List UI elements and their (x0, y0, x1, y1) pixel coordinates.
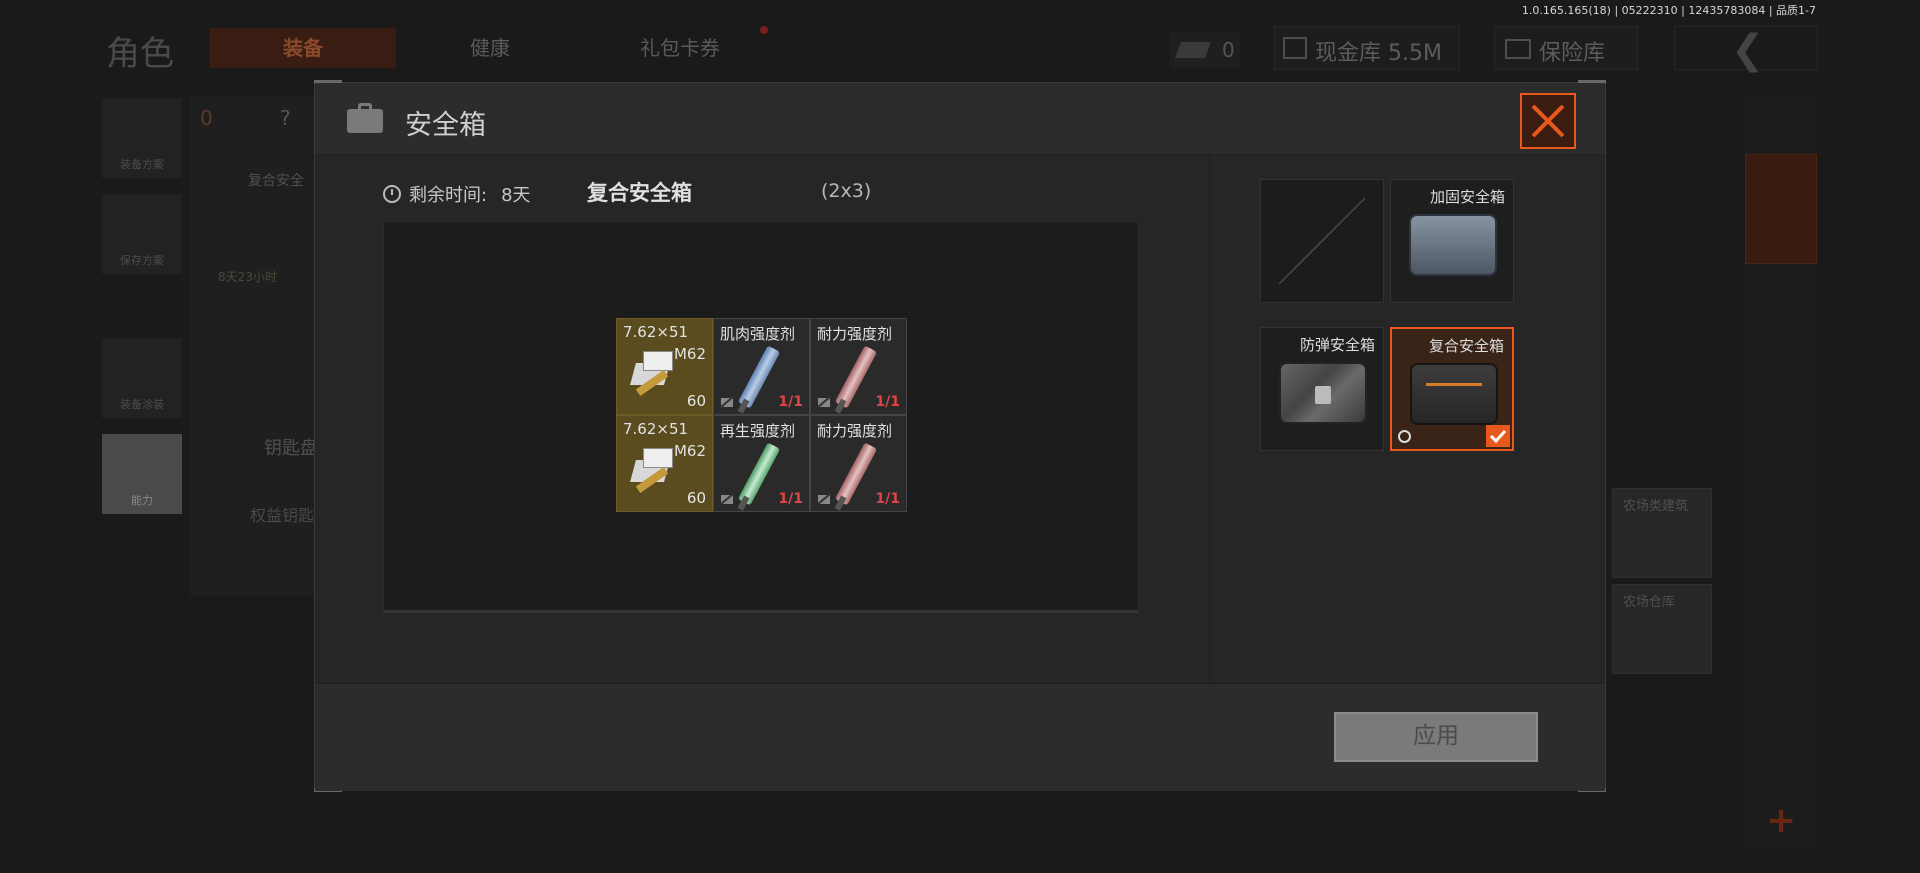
item-uses: 1/1 (875, 491, 900, 507)
case-selector: 加固安全箱 防弹安全箱 复合安全箱 (1209, 155, 1605, 683)
no-insurance-icon (817, 493, 831, 505)
insurance-icon (1505, 39, 1531, 59)
insurance-button[interactable]: 保险库 (1494, 26, 1638, 70)
panel-case-label: 复合安全 (248, 173, 304, 189)
bg-card-label: 农场类建筑 (1623, 499, 1689, 514)
tab-equipment[interactable]: 装备 (210, 28, 396, 68)
item-variant: M62 (673, 345, 706, 363)
syringe-icon (834, 442, 878, 506)
safe-box-dialog: 安全箱 剩余时间: 8天 复合安全箱 (2x3) 7.62×51 M62 60 (314, 80, 1606, 792)
no-insurance-icon (817, 396, 831, 408)
equip-paint-label: 装备涂装 (120, 398, 164, 411)
right-toolbar-active-item[interactable] (1745, 154, 1817, 264)
item-name: 耐力强度剂 (817, 325, 893, 343)
syringe-icon (737, 442, 781, 506)
briefcase-icon (347, 103, 383, 133)
item-ammo-1[interactable]: 7.62×51 M62 60 (616, 318, 713, 415)
case-option-empty[interactable] (1260, 179, 1384, 303)
item-uses: 1/1 (875, 394, 900, 410)
ticket-counter: 0 (1170, 32, 1240, 68)
remaining-time: 剩余时间: 8天 (383, 181, 531, 207)
vault-icon (1283, 37, 1307, 59)
page-title: 角色 (106, 34, 174, 74)
bg-card-farm-building[interactable]: 农场类建筑 (1612, 488, 1712, 578)
item-count: 60 (686, 489, 706, 507)
ability-label: 能力 (131, 494, 153, 507)
case-contents-area: 剩余时间: 8天 复合安全箱 (2x3) 7.62×51 M62 60 肌肉强度剂… (315, 155, 1209, 683)
item-count: 60 (686, 392, 706, 410)
clock-icon (1398, 430, 1411, 443)
ticket-count: 0 (1222, 38, 1235, 62)
current-case-name: 复合安全箱 (587, 181, 692, 205)
item-name: 耐力强度剂 (817, 422, 893, 440)
add-icon[interactable]: + (1766, 800, 1796, 841)
close-icon (1531, 104, 1565, 138)
empty-slot-icon (1278, 197, 1366, 285)
case-storage: 7.62×51 M62 60 肌肉强度剂 1/1 耐力强度剂 1/1 7.62×… (383, 221, 1139, 613)
dialog-header: 安全箱 (315, 83, 1605, 155)
bg-card-farm-warehouse[interactable]: 农场仓库 (1612, 584, 1712, 674)
case-option-label: 复合安全箱 (1428, 337, 1504, 355)
item-variant: M62 (673, 442, 706, 460)
case-option-bulletproof[interactable]: 防弹安全箱 (1260, 327, 1384, 451)
item-name: 7.62×51 (623, 323, 689, 341)
syringe-icon (834, 345, 878, 409)
clock-icon (383, 185, 401, 203)
item-stamina-booster-2[interactable]: 耐力强度剂 1/1 (810, 415, 907, 512)
item-uses: 1/1 (778, 394, 803, 410)
equipment-panel: 0 ? 复合安全 8天23小时 钥匙盘 权益钥匙 (190, 96, 320, 596)
item-muscle-booster[interactable]: 肌肉强度剂 1/1 (713, 318, 810, 415)
save-plan-button[interactable]: 保存方案 (102, 194, 182, 274)
ability-button[interactable]: 能力 (102, 434, 182, 514)
ammo-box-icon (630, 351, 677, 397)
help-icon[interactable]: ? (280, 106, 291, 130)
item-ammo-2[interactable]: 7.62×51 M62 60 (616, 415, 713, 512)
item-grid: 7.62×51 M62 60 肌肉强度剂 1/1 耐力强度剂 1/1 7.62×… (616, 318, 908, 514)
version-info: 1.0.165.165(18) | 05222310 | 12435783084… (1521, 4, 1816, 17)
case-option-label: 加固安全箱 (1429, 188, 1505, 206)
key-item: 权益钥匙 (250, 506, 315, 525)
time-value: 8天 (501, 185, 531, 206)
key-label: 钥匙盘 (264, 438, 318, 459)
panel-case-timer: 8天23小时 (218, 270, 277, 284)
item-name: 7.62×51 (623, 420, 689, 438)
ticket-icon (1175, 42, 1211, 58)
no-insurance-icon (720, 396, 734, 408)
time-label: 剩余时间: (409, 185, 488, 206)
syringe-icon (737, 345, 781, 409)
notification-dot (760, 26, 768, 34)
item-name: 肌肉强度剂 (720, 325, 796, 343)
bg-card-label: 农场仓库 (1623, 595, 1676, 610)
composite-case-icon (1410, 363, 1498, 425)
case-option-composite[interactable]: 复合安全箱 (1390, 327, 1514, 451)
item-stamina-booster-1[interactable]: 耐力强度剂 1/1 (810, 318, 907, 415)
case-option-label: 防弹安全箱 (1299, 336, 1375, 354)
apply-button[interactable]: 应用 (1334, 712, 1538, 762)
item-uses: 1/1 (778, 491, 803, 507)
cash-vault-button[interactable]: 现金库 5.5M (1274, 26, 1460, 70)
no-insurance-icon (720, 493, 734, 505)
reinforced-case-icon (1409, 214, 1497, 276)
tab-health[interactable]: 健康 (430, 28, 550, 68)
equip-plan-label: 装备方案 (120, 158, 164, 171)
back-button[interactable]: ❮ (1674, 26, 1818, 73)
tab-gift-coupons[interactable]: 礼包卡券 (600, 28, 760, 68)
insurance-label: 保险库 (1539, 41, 1606, 66)
equip-plan-button[interactable]: 装备方案 (102, 98, 182, 178)
dialog-title: 安全箱 (405, 110, 486, 141)
current-case-size: (2x3) (821, 180, 872, 202)
orange-count: 0 (200, 106, 213, 130)
item-regen-booster[interactable]: 再生强度剂 1/1 (713, 415, 810, 512)
save-plan-label: 保存方案 (120, 254, 164, 267)
case-option-reinforced[interactable]: 加固安全箱 (1390, 179, 1514, 303)
chevron-left-icon: ❮ (1731, 27, 1765, 73)
close-button[interactable] (1520, 93, 1576, 149)
equip-paint-button[interactable]: 装备涂装 (102, 338, 182, 418)
ammo-box-icon (630, 448, 677, 494)
item-name: 再生强度剂 (720, 422, 796, 440)
dialog-footer: 应用 (315, 683, 1605, 791)
cash-vault-label: 现金库 5.5M (1315, 41, 1442, 66)
bulletproof-case-icon (1279, 362, 1367, 424)
check-icon (1486, 425, 1510, 447)
